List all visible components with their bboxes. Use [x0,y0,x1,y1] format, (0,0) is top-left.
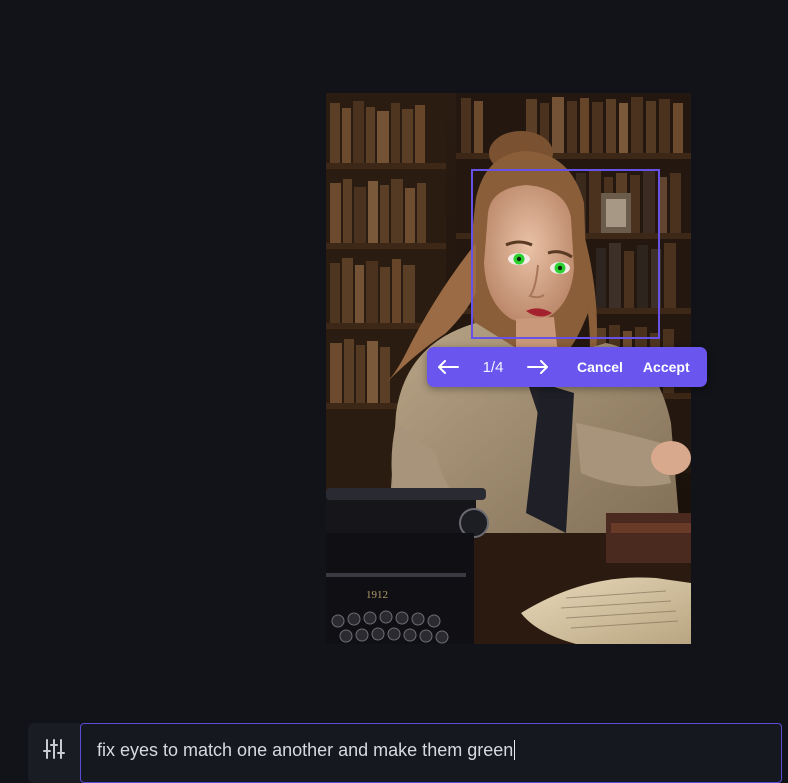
iteration-counter: 1/4 [482,358,504,376]
options-button[interactable] [28,723,80,783]
cancel-button[interactable]: Cancel [567,347,633,387]
prompt-text: fix eyes to match one another and make t… [97,740,514,760]
arrow-left-icon [438,360,459,374]
inpaint-selection-box[interactable] [471,169,660,339]
canvas-area: 1912 1/4 Cancel Accept fix eyes to match… [0,0,788,783]
svg-text:1912: 1912 [366,589,388,601]
sliders-icon [43,739,65,759]
typewriter: 1912 [326,488,489,644]
accept-button[interactable]: Accept [633,347,700,387]
prompt-input[interactable]: fix eyes to match one another and make t… [80,723,782,783]
text-caret [514,740,516,760]
next-button[interactable] [517,347,559,387]
previous-button[interactable] [427,347,469,387]
arrow-right-icon [527,360,548,374]
iteration-toolbar: 1/4 Cancel Accept [427,347,707,387]
